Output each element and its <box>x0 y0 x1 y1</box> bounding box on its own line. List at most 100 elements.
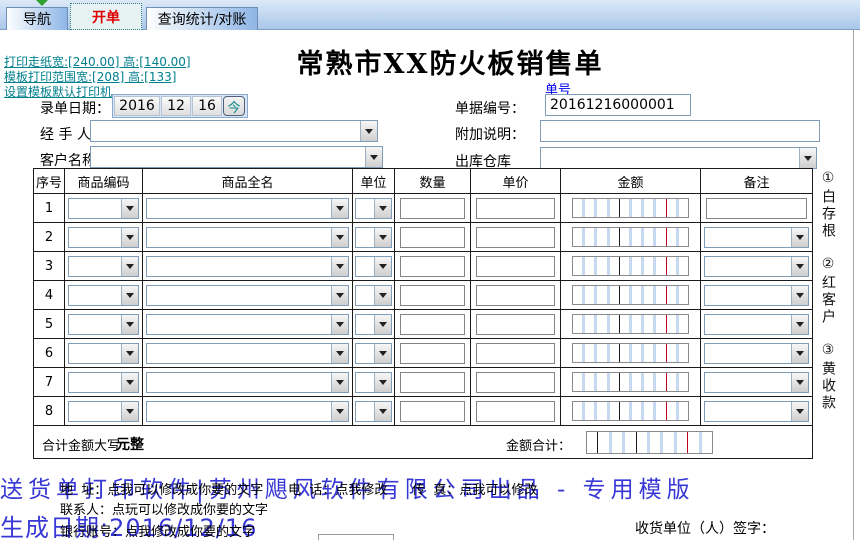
product-code-select[interactable] <box>68 285 139 306</box>
handler-select[interactable] <box>90 120 378 142</box>
quantity-input[interactable] <box>400 285 465 306</box>
product-code-select[interactable] <box>68 343 139 364</box>
remark-select[interactable] <box>704 256 809 277</box>
chevron-down-icon[interactable] <box>791 257 808 276</box>
product-name-select[interactable] <box>146 343 349 364</box>
chevron-down-icon[interactable] <box>121 344 138 363</box>
chevron-down-icon[interactable] <box>331 257 348 276</box>
chevron-down-icon[interactable] <box>374 344 391 363</box>
entry-date-control[interactable]: 2016 12 16 今 <box>112 94 248 118</box>
chevron-down-icon[interactable] <box>331 286 348 305</box>
tab-query-statistics[interactable]: 查询统计/对账 <box>146 7 258 30</box>
amount-grid[interactable] <box>572 314 689 334</box>
unit-select[interactable] <box>355 285 392 306</box>
date-year-segment[interactable]: 2016 <box>114 96 160 116</box>
chevron-down-icon[interactable] <box>331 373 348 392</box>
product-code-select[interactable] <box>68 314 139 335</box>
unit-price-input[interactable] <box>476 372 555 393</box>
date-month-segment[interactable]: 12 <box>161 96 191 116</box>
quantity-input[interactable] <box>400 314 465 335</box>
chevron-down-icon[interactable] <box>331 199 348 218</box>
remark-select[interactable] <box>704 401 809 422</box>
chevron-down-icon[interactable] <box>331 315 348 334</box>
remark-select[interactable] <box>704 343 809 364</box>
unit-select[interactable] <box>355 401 392 422</box>
chevron-down-icon[interactable] <box>360 121 377 141</box>
amount-total-grid[interactable] <box>586 431 713 454</box>
chevron-down-icon[interactable] <box>374 257 391 276</box>
amount-grid[interactable] <box>572 285 689 305</box>
remark-select[interactable] <box>704 372 809 393</box>
chevron-down-icon[interactable] <box>791 228 808 247</box>
amount-grid[interactable] <box>572 256 689 276</box>
unit-price-input[interactable] <box>476 401 555 422</box>
unit-price-input[interactable] <box>476 256 555 277</box>
chevron-down-icon[interactable] <box>791 373 808 392</box>
extra-note-input[interactable] <box>540 120 820 142</box>
chevron-down-icon[interactable] <box>374 228 391 247</box>
chevron-down-icon[interactable] <box>121 402 138 421</box>
chevron-down-icon[interactable] <box>791 315 808 334</box>
quantity-input[interactable] <box>400 372 465 393</box>
chevron-down-icon[interactable] <box>791 402 808 421</box>
product-code-select[interactable] <box>68 256 139 277</box>
amount-grid[interactable] <box>572 227 689 247</box>
product-code-select[interactable] <box>68 372 139 393</box>
unit-select[interactable] <box>355 198 392 219</box>
date-day-segment[interactable]: 16 <box>192 96 222 116</box>
remark-select[interactable] <box>704 227 809 248</box>
bank-account-line[interactable]: 银行账号：点我修改成你要的文字 <box>60 521 255 540</box>
unit-select[interactable] <box>355 256 392 277</box>
amount-grid[interactable] <box>572 372 689 392</box>
chevron-down-icon[interactable] <box>121 199 138 218</box>
chevron-down-icon[interactable] <box>791 286 808 305</box>
chevron-down-icon[interactable] <box>121 315 138 334</box>
unit-price-input[interactable] <box>476 198 555 219</box>
remark-select[interactable] <box>704 314 809 335</box>
product-name-select[interactable] <box>146 227 349 248</box>
remark-input[interactable] <box>706 198 807 219</box>
quantity-input[interactable] <box>400 256 465 277</box>
quantity-input[interactable] <box>400 401 465 422</box>
chevron-down-icon[interactable] <box>374 199 391 218</box>
quantity-input[interactable] <box>400 343 465 364</box>
chevron-down-icon[interactable] <box>121 286 138 305</box>
chevron-down-icon[interactable] <box>365 147 382 167</box>
warehouse-select[interactable] <box>540 147 817 169</box>
product-name-select[interactable] <box>146 314 349 335</box>
unit-price-input[interactable] <box>476 343 555 364</box>
chevron-down-icon[interactable] <box>121 257 138 276</box>
product-code-select[interactable] <box>68 401 139 422</box>
unit-select[interactable] <box>355 372 392 393</box>
quantity-input[interactable] <box>400 227 465 248</box>
unit-select[interactable] <box>355 227 392 248</box>
product-name-select[interactable] <box>146 372 349 393</box>
chevron-down-icon[interactable] <box>121 228 138 247</box>
product-name-select[interactable] <box>146 401 349 422</box>
chevron-down-icon[interactable] <box>374 373 391 392</box>
customer-select[interactable] <box>90 146 383 168</box>
today-button[interactable]: 今 <box>223 96 245 116</box>
product-name-select[interactable] <box>146 285 349 306</box>
product-name-select[interactable] <box>146 198 349 219</box>
unit-price-input[interactable] <box>476 285 555 306</box>
chevron-down-icon[interactable] <box>791 344 808 363</box>
tab-create-order[interactable]: 开单 <box>70 3 142 30</box>
chevron-down-icon[interactable] <box>374 315 391 334</box>
contact-line[interactable]: 联系人：点玩可以修改成你要的文字 <box>60 499 268 518</box>
chevron-down-icon[interactable] <box>331 228 348 247</box>
product-code-select[interactable] <box>68 227 139 248</box>
product-name-select[interactable] <box>146 256 349 277</box>
quantity-input[interactable] <box>400 198 465 219</box>
remark-select[interactable] <box>704 285 809 306</box>
chevron-down-icon[interactable] <box>121 373 138 392</box>
unit-price-input[interactable] <box>476 314 555 335</box>
amount-grid[interactable] <box>572 343 689 363</box>
chevron-down-icon[interactable] <box>374 286 391 305</box>
chevron-down-icon[interactable] <box>799 148 816 168</box>
product-code-select[interactable] <box>68 198 139 219</box>
chevron-down-icon[interactable] <box>331 344 348 363</box>
unit-select[interactable] <box>355 314 392 335</box>
amount-grid[interactable] <box>572 401 689 421</box>
address-line[interactable]: 地 址：点我可以修改成你要的文字 电 话：点我修改 传 真：点我可以修改 <box>60 479 537 498</box>
